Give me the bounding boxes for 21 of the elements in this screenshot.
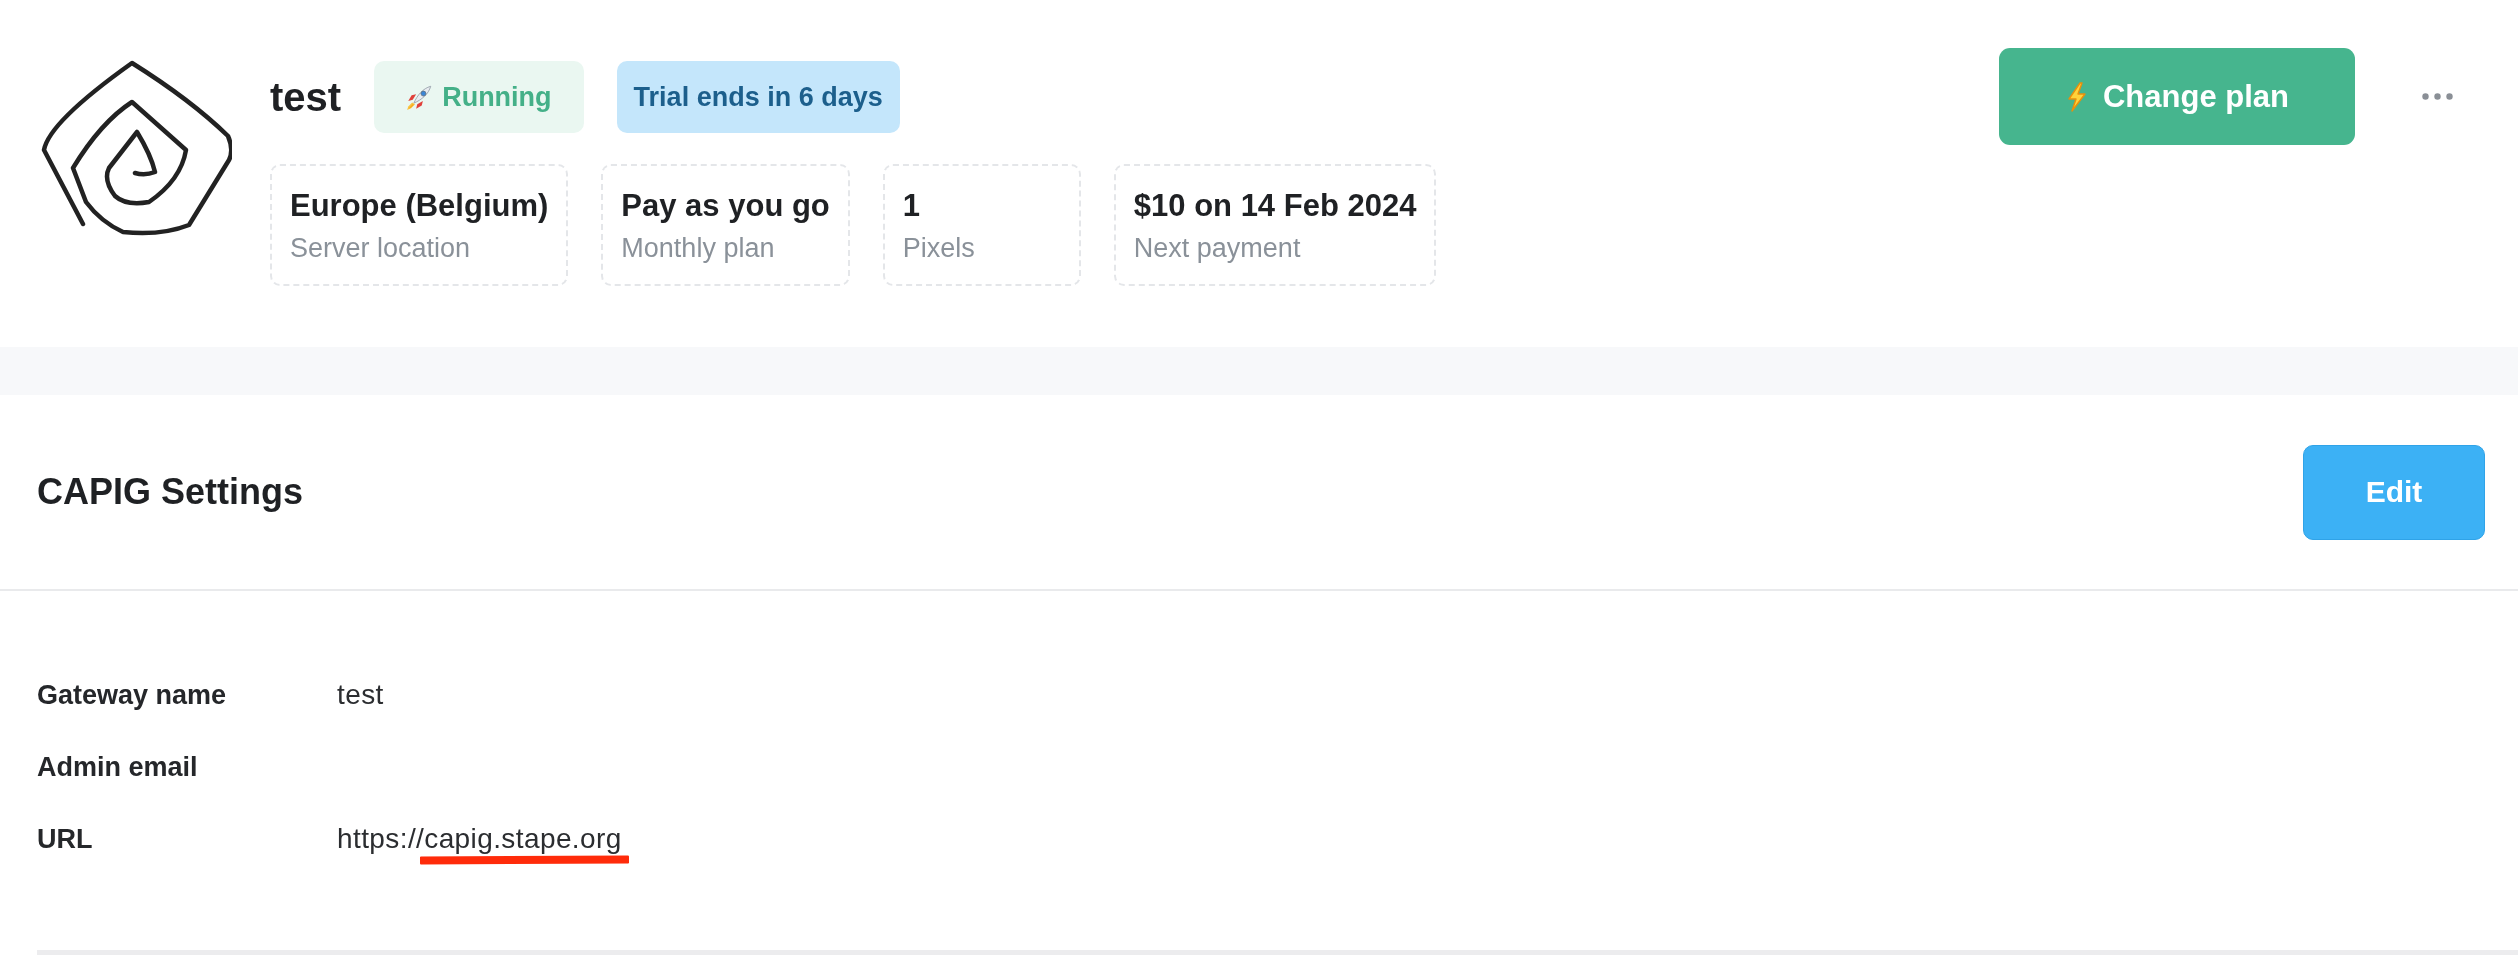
info-value: Pay as you go (621, 187, 830, 225)
trial-badge: Trial ends in 6 days (616, 61, 900, 133)
info-value: Europe (Belgium) (290, 187, 549, 225)
info-label: Next payment (1133, 232, 1302, 265)
change-plan-button[interactable]: Change plan (1999, 48, 2355, 145)
field-label: URL (37, 823, 94, 855)
info-label: Server location (290, 232, 472, 265)
field-value: https://capig.stape.org (337, 823, 622, 855)
section-title: CAPIG Settings (37, 471, 304, 513)
field-value: test (337, 679, 384, 711)
info-value: 1 (902, 187, 922, 225)
field-label: Admin email (37, 751, 199, 783)
field-label: Gateway name (37, 679, 228, 711)
info-value: $10 on 14 Feb 2024 (1133, 187, 1417, 225)
rocket-icon (406, 83, 434, 111)
edit-button[interactable]: Edit (2303, 444, 2485, 540)
info-label: Monthly plan (621, 232, 776, 265)
info-label: Pixels (902, 232, 976, 265)
status-label: Running (442, 81, 552, 113)
gateway-title: test (270, 74, 342, 121)
more-options-icon[interactable] (2422, 93, 2453, 100)
